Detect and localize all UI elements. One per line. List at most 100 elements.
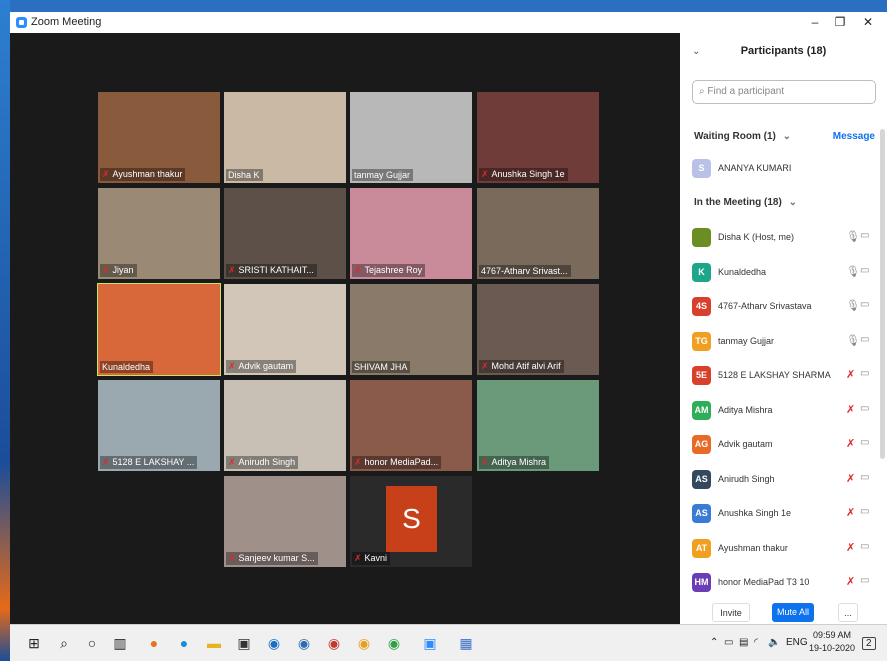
participant-name-label: SHIVAM JHA bbox=[352, 361, 411, 373]
message-link[interactable]: Message bbox=[833, 131, 875, 142]
video-tile[interactable]: ✗ Sanjeev kumar S... bbox=[224, 476, 346, 567]
invite-button[interactable]: Invite bbox=[712, 603, 750, 622]
participant-row[interactable]: AS Anushka Singh 1e ✗ ▭ bbox=[692, 501, 877, 527]
desktop-edge bbox=[0, 0, 10, 661]
task-view-icon[interactable]: ▥ bbox=[110, 633, 130, 653]
video-tile[interactable]: ✗ honor MediaPad... bbox=[350, 380, 472, 471]
participant-name: Anushka Singh 1e bbox=[718, 508, 792, 518]
battery-icon[interactable]: ▤ bbox=[739, 637, 748, 648]
muted-mic-icon: ✗ bbox=[846, 369, 856, 381]
participant-name-label: ✗ SRISTI KATHAIT... bbox=[226, 264, 317, 277]
participant-name-text: Ayushman thakur bbox=[112, 169, 183, 179]
participant-name-label: ✗ 5128 E LAKSHAY ... bbox=[100, 456, 198, 469]
mute-all-button[interactable]: Mute All bbox=[772, 603, 814, 622]
muted-mic-icon: ✗ bbox=[481, 457, 489, 467]
muted-mic-icon: ✗ bbox=[846, 438, 856, 450]
muted-mic-icon: ✗ bbox=[481, 169, 489, 179]
restore-button[interactable]: ❐ bbox=[828, 14, 852, 30]
waiting-room-header[interactable]: Waiting Room (1) ⌄ bbox=[694, 131, 791, 142]
participant-name-label: ✗ honor MediaPad... bbox=[352, 456, 442, 469]
more-options-button[interactable]: ... bbox=[838, 603, 858, 622]
participant-name: Aditya Mishra bbox=[718, 404, 773, 415]
video-camera-icon: ▭ bbox=[860, 264, 870, 276]
video-camera-icon: ▭ bbox=[860, 506, 870, 517]
video-tile[interactable]: ✗ 5128 E LAKSHAY ... bbox=[98, 380, 220, 471]
volume-icon[interactable]: 🔈 bbox=[768, 637, 780, 648]
video-tile[interactable]: ✗ Mohd Atif alvi Arif bbox=[477, 284, 599, 375]
video-tile[interactable]: Disha K bbox=[224, 92, 346, 183]
word-icon[interactable]: ▦ bbox=[456, 633, 476, 653]
app-icon-red[interactable]: ◉ bbox=[324, 633, 344, 653]
waiting-room-label: Waiting Room (1) bbox=[694, 131, 776, 142]
language-indicator[interactable]: ENG bbox=[786, 637, 808, 648]
participant-name-text: Disha K bbox=[228, 170, 260, 180]
participant-row[interactable]: TG tanmay Gujjar 🎙 ▭ bbox=[692, 329, 877, 355]
video-tile[interactable]: 4767-Atharv Srivast... bbox=[477, 188, 599, 279]
window-title: Zoom Meeting bbox=[31, 16, 102, 28]
tray-expand-icon[interactable]: ⌃ bbox=[710, 637, 718, 648]
video-tile[interactable]: Kunaldedha bbox=[97, 283, 221, 376]
participant-name-label: ✗ Tejashree Roy bbox=[352, 264, 426, 277]
muted-mic-icon: ✗ bbox=[102, 265, 110, 275]
video-tile[interactable]: SHIVAM JHA bbox=[350, 284, 472, 375]
video-tile[interactable]: ✗ Anushka Singh 1e bbox=[477, 92, 599, 183]
participant-row[interactable]: HM honor MediaPad T3 10 ✗ ▭ bbox=[692, 570, 877, 596]
search-icon[interactable]: ⌕ bbox=[54, 633, 74, 653]
participant-row[interactable]: AM Aditya Mishra ✗ ▭ bbox=[692, 398, 877, 424]
video-tile[interactable]: ✗ Jiyan bbox=[98, 188, 220, 279]
video-tile[interactable]: ✗ Aditya Mishra bbox=[477, 380, 599, 471]
participant-row[interactable]: 5E 5128 E LAKSHAY SHARMA ✗ ▭ bbox=[692, 363, 877, 389]
muted-mic-icon: ✗ bbox=[481, 361, 489, 371]
video-tile[interactable]: ✗ Anirudh Singh bbox=[224, 380, 346, 471]
participant-name-text: Tejashree Roy bbox=[364, 265, 423, 275]
muted-mic-icon: ✗ bbox=[228, 457, 236, 467]
close-button[interactable]: ✕ bbox=[856, 14, 880, 30]
minimize-button[interactable]: – bbox=[803, 14, 827, 30]
participant-row[interactable]: S ANANYA KUMARI bbox=[692, 156, 877, 182]
wifi-icon[interactable]: ◜ bbox=[754, 637, 758, 648]
participant-row[interactable]: Disha K (Host, me) 🎙 ▭ bbox=[692, 225, 877, 251]
edge-icon[interactable]: ● bbox=[174, 633, 194, 653]
search-placeholder: Find a participant bbox=[707, 86, 785, 97]
video-tile[interactable]: tanmay Gujjar bbox=[350, 92, 472, 183]
video-camera-icon: ▭ bbox=[860, 402, 870, 414]
panel-scrollbar[interactable] bbox=[880, 129, 885, 459]
participant-row[interactable]: AG Advik gautam ✗ ▭ bbox=[692, 432, 877, 458]
system-clock[interactable]: 09:59 AM 19-10-2020 bbox=[809, 629, 855, 655]
participant-search-input[interactable]: ⌕ Find a participant bbox=[692, 80, 876, 104]
participant-row[interactable]: AT Ayushman thakur ✗ ▭ bbox=[692, 536, 877, 562]
mic-icon: 🎙 bbox=[846, 231, 860, 243]
in-meeting-header[interactable]: In the Meeting (18) ⌄ bbox=[694, 197, 797, 208]
participant-name: Kunaldedha bbox=[718, 266, 767, 277]
app-icon-green[interactable]: ◉ bbox=[384, 633, 404, 653]
app-icon-blue[interactable]: ◉ bbox=[264, 633, 284, 653]
windows-start-icon[interactable]: ⊞ bbox=[24, 633, 44, 653]
app-icon-navy[interactable]: ◉ bbox=[294, 633, 314, 653]
participant-name-text: tanmay Gujjar bbox=[354, 170, 411, 180]
file-explorer-icon[interactable]: ▬ bbox=[204, 633, 224, 653]
participant-name-label: Kunaldedha bbox=[100, 361, 154, 373]
participant-avatar: AG bbox=[692, 435, 711, 454]
video-tile[interactable]: S ✗ Kavni bbox=[350, 476, 472, 567]
firefox-icon[interactable]: ● bbox=[144, 633, 164, 653]
participant-name: tanmay Gujjar bbox=[718, 335, 775, 346]
video-camera-icon: ▭ bbox=[860, 230, 870, 241]
store-icon[interactable]: ▣ bbox=[234, 633, 254, 653]
participant-row[interactable]: AS Anirudh Singh ✗ ▭ bbox=[692, 467, 877, 493]
chrome-icon[interactable]: ◉ bbox=[354, 633, 374, 653]
participant-name-label: ✗ Anushka Singh 1e bbox=[479, 168, 568, 181]
zoom-taskbar-icon[interactable]: ▣ bbox=[420, 633, 440, 653]
cortana-icon[interactable]: ○ bbox=[82, 633, 102, 653]
video-tile[interactable]: ✗ Ayushman thakur bbox=[98, 92, 220, 183]
muted-mic-icon: ✗ bbox=[846, 403, 856, 416]
notifications-badge[interactable]: 2 bbox=[862, 637, 876, 650]
participant-name-label: ✗ Kavni bbox=[352, 552, 391, 565]
participant-row[interactable]: 4S 4767-Atharv Srivastava 🎙 ▭ bbox=[692, 294, 877, 320]
network-icon[interactable]: ▭ bbox=[724, 637, 733, 648]
participant-name-text: honor MediaPad... bbox=[364, 457, 439, 467]
video-tile[interactable]: ✗ Tejashree Roy bbox=[350, 188, 472, 279]
video-tile[interactable]: ✗ SRISTI KATHAIT... bbox=[224, 188, 346, 279]
muted-mic-icon: ✗ bbox=[354, 553, 362, 563]
video-tile[interactable]: ✗ Advik gautam bbox=[224, 284, 346, 375]
participant-row[interactable]: K Kunaldedha 🎙 ▭ bbox=[692, 260, 877, 286]
